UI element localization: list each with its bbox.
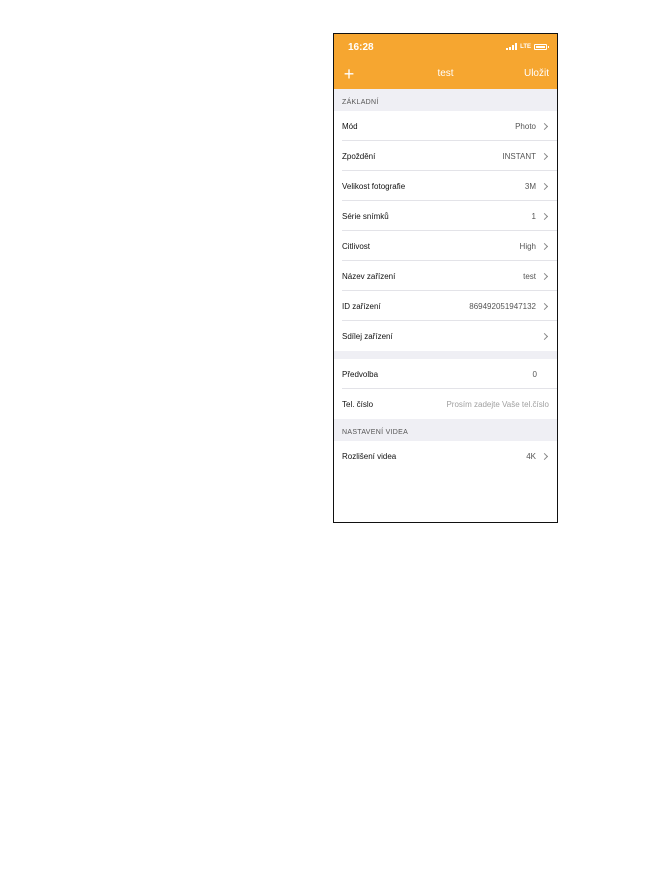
- row-value: INSTANT: [502, 151, 536, 161]
- row-label: Série snímků: [342, 211, 389, 221]
- row-label: Rozlišení videa: [342, 451, 397, 461]
- setting-row-burst[interactable]: Série snímků 1: [334, 201, 557, 231]
- row-label: Citlivost: [342, 241, 371, 251]
- row-value: 4K: [526, 451, 536, 461]
- network-type: LTE: [520, 43, 531, 50]
- row-label: Předvolba: [342, 369, 379, 379]
- section-header-basic: ZÁKLADNÍ: [334, 89, 557, 111]
- row-value: High: [519, 241, 536, 251]
- row-label: Tel. číslo: [342, 399, 374, 409]
- battery-icon: [534, 43, 549, 50]
- setting-row-preset[interactable]: Předvolba 0: [334, 359, 557, 389]
- row-label: Velikost fotografie: [342, 181, 406, 191]
- chevron-right-icon: [540, 302, 549, 310]
- row-label: ID zařízení: [342, 301, 381, 311]
- phone-screen: 16:28 LTE + test Uložit ZÁKLADNÍ Mód Pho…: [333, 33, 558, 523]
- setting-row-delay[interactable]: Zpoždění INSTANT: [334, 141, 557, 171]
- chevron-right-icon: [540, 452, 549, 460]
- setting-row-video-resolution[interactable]: Rozlišení videa 4K: [334, 441, 557, 471]
- nav-bar: + test Uložit: [334, 64, 557, 86]
- chevron-right-icon: [540, 122, 549, 130]
- row-label: Název zařízení: [342, 271, 396, 281]
- setting-row-photo-size[interactable]: Velikost fotografie 3M: [334, 171, 557, 201]
- chevron-right-icon: [540, 242, 549, 250]
- chevron-right-icon: [540, 212, 549, 220]
- signal-icon: [506, 43, 518, 50]
- setting-row-phone-number[interactable]: Tel. číslo Prosím zadejte Vaše tel.číslo: [334, 389, 557, 419]
- row-label: Zpoždění: [342, 151, 376, 161]
- row-value: 869492051947132: [469, 301, 536, 311]
- row-value: 3M: [524, 181, 536, 191]
- setting-row-mode[interactable]: Mód Photo: [334, 111, 557, 141]
- section-spacer: [334, 351, 557, 359]
- status-time: 16:28: [348, 42, 374, 53]
- row-label: Sdílej zařízení: [342, 331, 393, 341]
- row-value: test: [523, 271, 536, 281]
- chevron-right-icon: [540, 152, 549, 160]
- phone-number-input[interactable]: Prosím zadejte Vaše tel.číslo: [446, 400, 549, 409]
- setting-row-sensitivity[interactable]: Citlivost High: [334, 231, 557, 261]
- row-value: 0: [532, 369, 537, 379]
- setting-row-device-id[interactable]: ID zařízení 869492051947132: [334, 291, 557, 321]
- setting-row-share-device[interactable]: Sdílej zařízení: [334, 321, 557, 351]
- screenshot-stage: 16:28 LTE + test Uložit ZÁKLADNÍ Mód Pho…: [0, 0, 662, 883]
- chevron-right-icon: [540, 332, 549, 340]
- setting-row-device-name[interactable]: Název zařízení test: [334, 261, 557, 291]
- chevron-right-icon: [540, 272, 549, 280]
- status-bar: 16:28 LTE: [334, 34, 557, 58]
- row-value: 1: [531, 211, 536, 221]
- save-button[interactable]: Uložit: [524, 68, 549, 79]
- app-header: 16:28 LTE + test Uložit: [334, 34, 557, 89]
- row-value: Photo: [515, 121, 536, 131]
- section-header-video: NASTAVENÍ VIDEA: [334, 419, 557, 441]
- row-label: Mód: [342, 121, 358, 131]
- status-indicators: LTE: [506, 43, 549, 50]
- chevron-right-icon: [540, 182, 549, 190]
